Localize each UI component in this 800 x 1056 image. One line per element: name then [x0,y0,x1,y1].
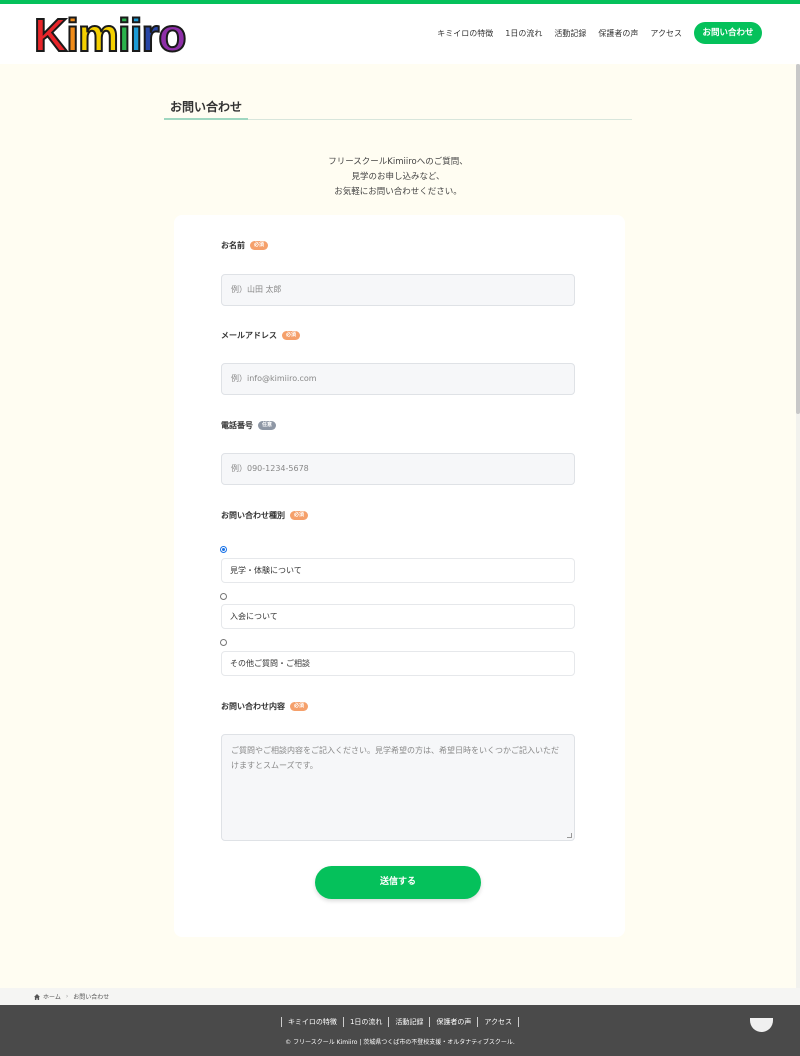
submit-button[interactable]: 送信する [315,866,481,899]
logo-letter: i [129,9,144,61]
nav-item-activity-log[interactable]: 活動記録 [554,28,586,39]
footer-nav-access[interactable]: アクセス [477,1017,520,1027]
home-icon [34,993,40,1000]
breadcrumb: ホーム › お問い合わせ [0,988,800,1005]
required-badge: 必須 [290,702,309,711]
required-badge: 必須 [282,331,301,340]
logo-letter: r [140,9,160,61]
name-label-text: お名前 [221,241,245,250]
scrollbar-thumb[interactable] [796,64,800,414]
radio-other[interactable] [220,639,227,646]
name-input[interactable]: 例）山田 太郎 [221,274,575,306]
intro-line: お気軽にお問い合わせください。 [334,187,462,197]
footer-nav-features[interactable]: キミイロの特徴 [280,1017,343,1027]
radio-enrollment[interactable] [220,593,227,600]
email-label: メールアドレス 必須 [221,330,301,341]
logo-letter: i [65,9,80,61]
footer-nav-activity-log[interactable]: 活動記録 [388,1017,429,1027]
footer-nav-daily-flow[interactable]: 1日の流れ [342,1017,388,1027]
name-label: お名前 必須 [221,240,269,251]
required-badge: 必須 [290,511,309,520]
logo-letter: o [157,9,187,61]
message-label-text: お問い合わせ内容 [221,702,285,711]
radio-visit-trial[interactable] [220,546,227,553]
footer-nav-parent-voices[interactable]: 保護者の声 [429,1017,477,1027]
intro-line: 見学のお申し込みなど、 [351,172,445,182]
email-input[interactable]: 例）info@kimiiro.com [221,363,575,395]
site-header: K i m i i r o キミイロの特徴 1日の流れ 活動記録 保護者の声 ア… [0,4,800,64]
page-title-area: お問い合わせ [164,98,632,120]
inquiry-type-label-text: お問い合わせ種別 [221,511,285,520]
breadcrumb-current: お問い合わせ [73,994,110,1001]
copyright: © フリースクール Kimiiro | 茨城県つくば市の不登校支援・オルタナティ… [285,1039,515,1046]
page-title: お問い合わせ [164,98,249,120]
chevron-right-icon: › [65,993,69,1000]
site-footer: キミイロの特徴 1日の流れ 活動記録 保護者の声 アクセス © フリースクール … [0,1005,800,1056]
phone-input[interactable]: 例）090-1234-5678 [221,453,575,485]
footer-nav: キミイロの特徴 1日の流れ 活動記録 保護者の声 アクセス [0,1017,800,1027]
optional-badge: 任意 [258,421,277,430]
inquiry-type-label: お問い合わせ種別 必須 [221,510,309,521]
nav-item-parent-voices[interactable]: 保護者の声 [598,28,638,39]
phone-label-text: 電話番号 [221,421,253,430]
site-logo[interactable]: K i m i i r o [33,9,188,61]
nav-item-features[interactable]: キミイロの特徴 [437,28,493,39]
message-label: お問い合わせ内容 必須 [221,701,309,712]
global-nav: キミイロの特徴 1日の流れ 活動記録 保護者の声 アクセス お問い合わせ [425,22,762,44]
message-textarea[interactable]: ご質問やご相談内容をご記入ください。見学希望の方は、希望日時をいくつかご記入いた… [221,734,575,841]
option-visit-trial[interactable]: 見学・体験について [221,558,575,583]
logo-letter: K [33,9,68,61]
logo-letter: m [77,9,120,61]
phone-label: 電話番号 任意 [221,420,277,431]
intro-text: フリースクールKimiiroへのご質問、 見学のお申し込みなど、 お気軽にお問い… [164,155,632,200]
option-other[interactable]: その他ご質問・ご相談 [221,651,575,676]
resize-grip-icon[interactable] [567,833,572,838]
nav-item-access[interactable]: アクセス [650,28,682,39]
message-placeholder: ご質問やご相談内容をご記入ください。見学希望の方は、希望日時をいくつかご記入いた… [231,746,559,770]
required-badge: 必須 [250,241,269,250]
intro-line: フリースクールKimiiroへのご質問、 [328,157,468,167]
logo-letter: i [117,9,132,61]
nav-item-daily-flow[interactable]: 1日の流れ [505,28,542,39]
contact-button[interactable]: お問い合わせ [694,22,762,44]
option-enrollment[interactable]: 入会について [221,604,575,629]
email-label-text: メールアドレス [221,331,277,340]
breadcrumb-home-link[interactable]: ホーム [43,992,61,1001]
